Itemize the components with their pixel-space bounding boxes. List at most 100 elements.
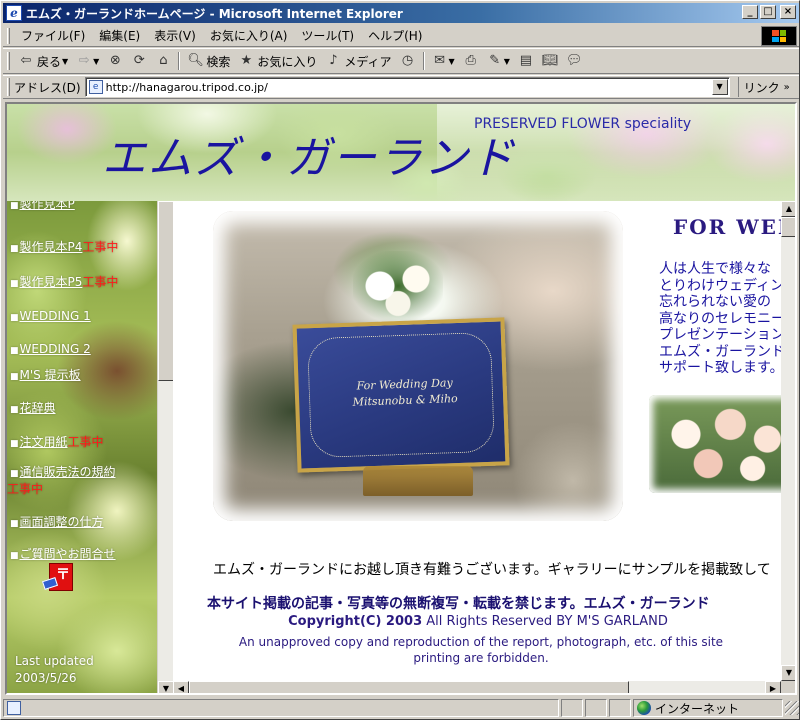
status-cell-empty	[609, 699, 631, 717]
nav-item-order-form[interactable]: ■注文用紙工事中	[10, 433, 104, 450]
menu-edit[interactable]: 編集(E)	[92, 25, 147, 46]
nav-link[interactable]: 注文用紙	[20, 435, 68, 449]
forward-dropdown-icon[interactable]: ▼	[93, 57, 99, 66]
windows-logo-icon	[761, 26, 797, 46]
nav-item-sample-p4[interactable]: ■製作見本P4工事中	[10, 238, 118, 255]
media-icon: ♪	[329, 53, 338, 68]
menu-tools[interactable]: ツール(T)	[294, 25, 361, 46]
left-frame-scrollbar[interactable]: ▼	[157, 201, 173, 693]
scroll-up-button[interactable]: ▲	[781, 201, 795, 217]
nav-item-sample-p5[interactable]: ■製作見本P5工事中	[10, 273, 118, 290]
nav-link[interactable]: 製作見本P4	[20, 240, 83, 254]
print-button[interactable]: ⎙	[459, 52, 483, 70]
menu-view[interactable]: 表示(V)	[147, 25, 203, 46]
nav-link[interactable]: WEDDING 1	[20, 309, 91, 323]
nav-link[interactable]: ご質問やお問合せ	[20, 547, 116, 561]
stop-button[interactable]: ⊗	[103, 52, 127, 70]
address-url[interactable]: http://hanagarou.tripod.co.jp/	[106, 81, 268, 94]
forward-button[interactable]: ⇨ ▼	[72, 52, 103, 70]
address-grip[interactable]	[7, 78, 10, 96]
address-dropdown-icon[interactable]: ▼	[711, 79, 728, 95]
page-viewport: エムズ・ガーランド PRESERVED FLOWER speciality ■製…	[5, 102, 797, 695]
menu-help[interactable]: ヘルプ(H)	[361, 25, 429, 46]
left-scroll-down-button[interactable]: ▼	[158, 681, 173, 693]
nav-link[interactable]: M'S 提示板	[20, 368, 81, 382]
ie-logo-icon: e	[6, 5, 22, 21]
last-updated-label: Last updated	[15, 654, 94, 668]
media-button[interactable]: ♪ メディア	[321, 52, 395, 71]
nav-item-wedding-1[interactable]: ■WEDDING 1	[10, 309, 91, 323]
links-bar[interactable]: リンク »	[737, 77, 790, 97]
refresh-button[interactable]: ⟳	[127, 52, 151, 70]
nav-link[interactable]: 通信販売法の規約	[20, 465, 116, 479]
main-horizontal-scrollbar[interactable]: ◀ ▶	[173, 681, 781, 693]
nav-item-wedding-2[interactable]: ■WEDDING 2	[10, 342, 91, 356]
search-label: 検索	[206, 54, 231, 69]
intro-line: 忘れられない愛の	[659, 294, 771, 310]
english-notice-line: printing are forbidden.	[413, 651, 549, 665]
nav-link[interactable]: WEDDING 2	[20, 342, 91, 356]
copyright-line: Copyright(C) 2003 All Rights Reserved BY…	[173, 614, 783, 629]
nav-link[interactable]: 画面調整の仕方	[20, 515, 104, 529]
address-input[interactable]: e http://hanagarou.tripod.co.jp/ ▼	[84, 77, 730, 97]
vertical-scroll-thumb[interactable]	[781, 217, 795, 237]
nav-item-bulletin-board[interactable]: ■M'S 提示板	[10, 366, 81, 383]
status-cell-empty	[585, 699, 607, 717]
edit-dropdown-icon[interactable]: ▼	[504, 57, 510, 66]
main-vertical-scrollbar[interactable]: ▲ ▼	[781, 201, 795, 681]
mail-button[interactable]: ✉ ▼	[428, 52, 459, 70]
toolbar-grip[interactable]	[7, 52, 10, 70]
search-button[interactable]: 🔍︎ 検索	[183, 52, 234, 71]
links-chevron-icon[interactable]: »	[784, 82, 790, 93]
scroll-right-button[interactable]: ▶	[765, 681, 781, 693]
menu-bar: ファイル(F) 編集(E) 表示(V) お気に入り(A) ツール(T) ヘルプ(…	[3, 25, 799, 47]
messenger-button[interactable]: 💬︎	[562, 52, 586, 70]
mailbox-icon[interactable]: 〒	[41, 563, 73, 591]
page-status-icon	[7, 701, 21, 715]
discuss-button[interactable]: ▤	[514, 52, 538, 70]
nav-link[interactable]: 花辞典	[20, 401, 56, 415]
back-button[interactable]: ⇦ 戻る ▼	[14, 52, 72, 71]
nav-link[interactable]: 製作見本P	[20, 201, 75, 211]
mail-dropdown-icon[interactable]: ▼	[449, 57, 455, 66]
history-button[interactable]: ◷	[396, 52, 420, 70]
intro-line: サポート致します。	[659, 360, 784, 376]
left-scroll-thumb[interactable]	[158, 201, 173, 381]
internet-zone-icon	[637, 701, 651, 715]
horizontal-scroll-thumb[interactable]	[189, 681, 629, 693]
forward-arrow-icon: ⇨	[78, 53, 90, 68]
home-button[interactable]: ⌂	[151, 52, 175, 70]
resize-grip[interactable]	[785, 701, 799, 715]
address-bar: アドレス(D) e http://hanagarou.tripod.co.jp/…	[3, 75, 799, 99]
scroll-left-button[interactable]: ◀	[173, 681, 189, 693]
minimize-button[interactable]: _	[742, 5, 758, 19]
copyright-notice-en: An unapproved copy and reproduction of t…	[173, 634, 789, 666]
back-dropdown-icon[interactable]: ▼	[62, 57, 68, 66]
edit-button[interactable]: ✎ ▼	[483, 52, 514, 70]
menubar-grip[interactable]	[7, 27, 10, 44]
security-zone[interactable]: インターネット	[633, 699, 783, 717]
left-nav-frame: ■製作見本P ■製作見本P4工事中 ■製作見本P5工事中 ■WEDDING 1 …	[7, 201, 173, 693]
nav-link[interactable]: 製作見本P5	[20, 275, 83, 289]
main-content-frame: For Wedding Day Mitsunobu & Miho FOR WED…	[173, 201, 795, 693]
rose-bouquet-photo	[649, 395, 795, 493]
nav-item-contact[interactable]: ■ご質問やお問合せ	[10, 545, 116, 562]
under-construction-label: 工事中	[67, 435, 104, 449]
intro-line: 高なりのセレモニー	[659, 310, 785, 327]
menu-favorites[interactable]: お気に入り(A)	[203, 25, 295, 46]
favorites-button[interactable]: ★ お気に入り	[234, 52, 321, 71]
nav-item-display-settings[interactable]: ■画面調整の仕方	[10, 513, 104, 530]
research-button[interactable]: 📖︎	[538, 52, 562, 70]
nav-item-sample-p3[interactable]: ■製作見本P	[10, 201, 75, 212]
nav-item-flower-dictionary[interactable]: ■花辞典	[10, 399, 56, 416]
links-label: リンク	[743, 80, 780, 95]
maximize-button[interactable]: □	[760, 5, 776, 19]
menu-file[interactable]: ファイル(F)	[14, 25, 92, 46]
nav-item-mail-order-terms[interactable]: ■通信販売法の規約 工事中	[7, 465, 116, 497]
intro-text: 人は人生で様々な とりわけウェディン 忘れられない愛の 高なりのセレモニー プレ…	[659, 261, 795, 377]
intro-line: 人は人生で様々な	[659, 261, 771, 277]
refresh-icon: ⟳	[133, 53, 145, 68]
scroll-down-button[interactable]: ▼	[781, 665, 795, 681]
close-button[interactable]: ×	[780, 5, 796, 19]
toolbar-separator	[422, 52, 425, 70]
